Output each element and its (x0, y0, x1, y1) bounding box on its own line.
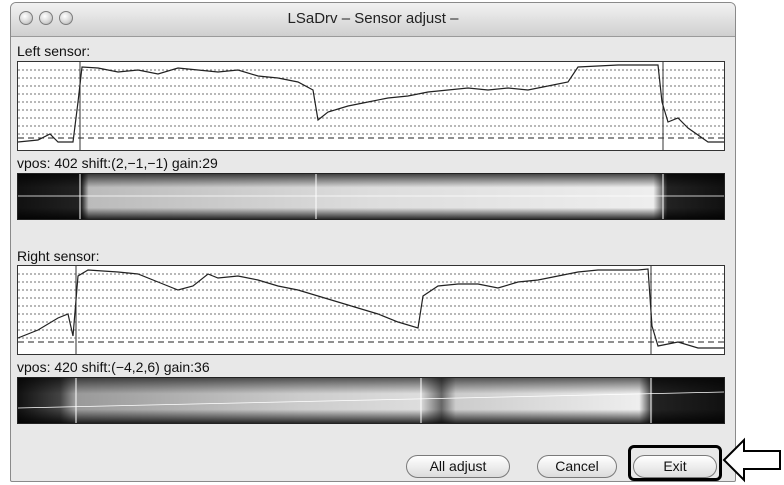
left-signal-line (18, 64, 724, 143)
right-sensor-label: Right sensor: (17, 248, 100, 264)
right-sensor-graph (17, 265, 725, 355)
left-sensor-graph (17, 61, 725, 151)
sensor-adjust-window: LSaDrv – Sensor adjust – Left sensor: vp… (10, 2, 736, 482)
all-adjust-button[interactable]: All adjust (406, 455, 510, 478)
cancel-button[interactable]: Cancel (537, 455, 617, 478)
left-sensor-status: vpos: 402 shift:(2,−1,−1) gain:29 (17, 155, 218, 171)
right-sensor-image (17, 377, 725, 424)
exit-highlight-frame (628, 445, 722, 481)
window-title: LSaDrv – Sensor adjust – (287, 10, 459, 27)
left-sensor-image (17, 173, 725, 220)
right-sensor-status: vpos: 420 shift:(−4,2,6) gain:36 (17, 359, 210, 375)
titlebar: LSaDrv – Sensor adjust – (11, 3, 735, 37)
left-sensor-label: Left sensor: (17, 43, 91, 59)
right-signal-line (18, 268, 724, 349)
arrow-left-icon (722, 437, 781, 483)
